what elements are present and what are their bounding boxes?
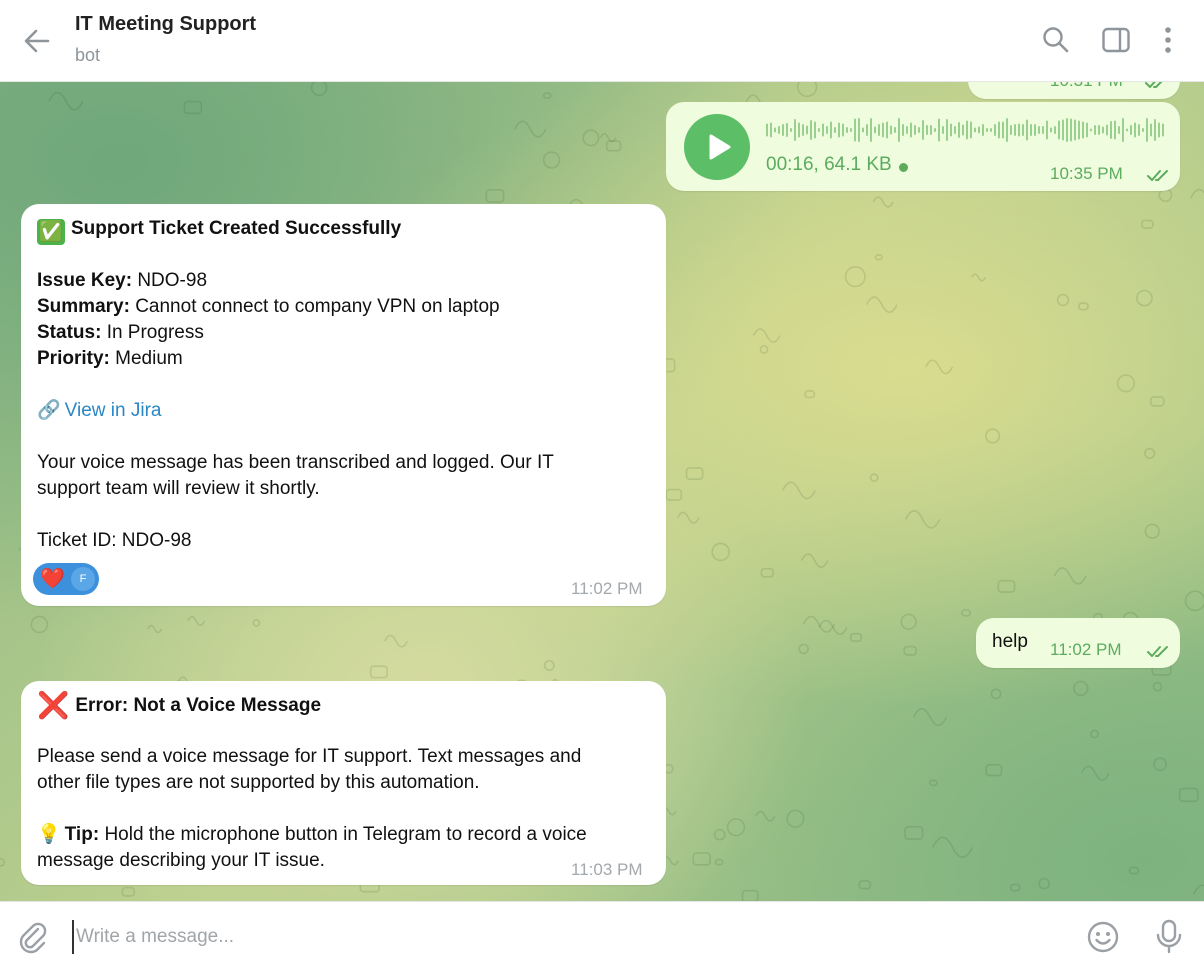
ticket-created-message[interactable]: ✅ Support Ticket Created Successfully Iss… xyxy=(21,204,666,606)
cross-mark-icon: ❌ xyxy=(37,690,70,720)
previous-message-bubble[interactable]: 10:31 PM xyxy=(968,81,1180,99)
message-time: 10:35 PM xyxy=(1050,164,1123,183)
voice-message-bubble[interactable]: 00:16, 64.1 KB 10:35 PM xyxy=(666,102,1180,191)
chat-area[interactable]: 10:31 PM 00:16, 64.1 KB 10:35 PM ✅ Suppor… xyxy=(0,81,1204,901)
status-value: In Progress xyxy=(106,322,204,343)
ticket-id-line: Ticket ID: NDO-98 xyxy=(37,530,192,551)
tip-label: Tip: xyxy=(64,824,100,845)
paperclip-icon[interactable] xyxy=(16,920,50,954)
more-options-icon[interactable] xyxy=(1152,24,1184,56)
error-line-1: Please send a voice message for IT suppo… xyxy=(37,746,582,767)
issue-key-row: Issue Key: NDO-98 xyxy=(37,268,207,294)
priority-label: Priority: xyxy=(37,348,110,369)
help-message-bubble[interactable]: help 11:02 PM xyxy=(976,618,1180,668)
double-check-icon xyxy=(1145,81,1164,88)
priority-row: Priority: Medium xyxy=(37,346,183,372)
chat-header: IT Meeting Support bot xyxy=(0,0,1204,82)
status-label: Status: xyxy=(37,322,102,343)
lightbulb-icon: 💡 xyxy=(37,824,61,845)
issue-key-label: Issue Key: xyxy=(37,270,133,291)
status-row: Status: In Progress xyxy=(37,320,204,346)
check-mark-icon: ✅ xyxy=(37,219,65,245)
error-message[interactable]: ❌ Error: Not a Voice Message Please send … xyxy=(21,681,666,885)
ticket-title: Support Ticket Created Successfully xyxy=(71,218,402,239)
emoji-icon[interactable] xyxy=(1086,920,1120,954)
help-message-text: help xyxy=(992,631,1028,652)
issue-key-value: NDO-98 xyxy=(137,270,208,291)
message-time: 11:02 PM xyxy=(1050,640,1122,659)
double-check-icon xyxy=(1147,170,1168,181)
play-icon xyxy=(709,134,731,160)
tip-line-1: Hold the microphone button in Telegram t… xyxy=(104,824,587,845)
sidebar-toggle-icon[interactable] xyxy=(1100,24,1132,56)
heart-icon: ❤️ xyxy=(40,568,65,590)
reaction-user-avatar: F xyxy=(71,567,95,591)
back-arrow-icon[interactable] xyxy=(20,24,54,58)
view-in-jira-link[interactable]: View in Jira xyxy=(65,400,162,421)
message-time: 11:02 PM xyxy=(571,579,643,598)
tip-line-2: message describing your IT issue. xyxy=(37,850,325,871)
error-line-2: other file types are not supported by th… xyxy=(37,772,480,793)
priority-value: Medium xyxy=(115,348,183,369)
message-composer xyxy=(0,901,1204,971)
summary-row: Summary: Cannot connect to company VPN o… xyxy=(37,294,500,320)
link-icon: 🔗 xyxy=(37,400,61,421)
voice-play-button[interactable] xyxy=(684,114,750,180)
message-input[interactable] xyxy=(72,920,1058,954)
message-time: 10:31 PM xyxy=(1050,81,1123,91)
ticket-body-line-2: support team will review it shortly. xyxy=(37,478,320,499)
double-check-icon xyxy=(1147,646,1168,657)
summary-label: Summary: xyxy=(37,296,130,317)
chat-title[interactable]: IT Meeting Support xyxy=(75,13,256,36)
error-title: Error: Not a Voice Message xyxy=(75,695,322,716)
voice-waveform[interactable] xyxy=(766,116,1166,144)
ticket-body-line-1: Your voice message has been transcribed … xyxy=(37,452,554,473)
unplayed-dot xyxy=(899,163,908,172)
chat-subtitle: bot xyxy=(75,45,101,65)
voice-duration-size: 00:16, 64.1 KB xyxy=(766,154,892,175)
search-icon[interactable] xyxy=(1040,24,1072,56)
summary-value: Cannot connect to company VPN on laptop xyxy=(135,296,500,317)
microphone-icon[interactable] xyxy=(1152,918,1186,954)
message-time: 11:03 PM xyxy=(571,860,643,879)
reaction-badge[interactable]: ❤️ F xyxy=(33,563,99,595)
